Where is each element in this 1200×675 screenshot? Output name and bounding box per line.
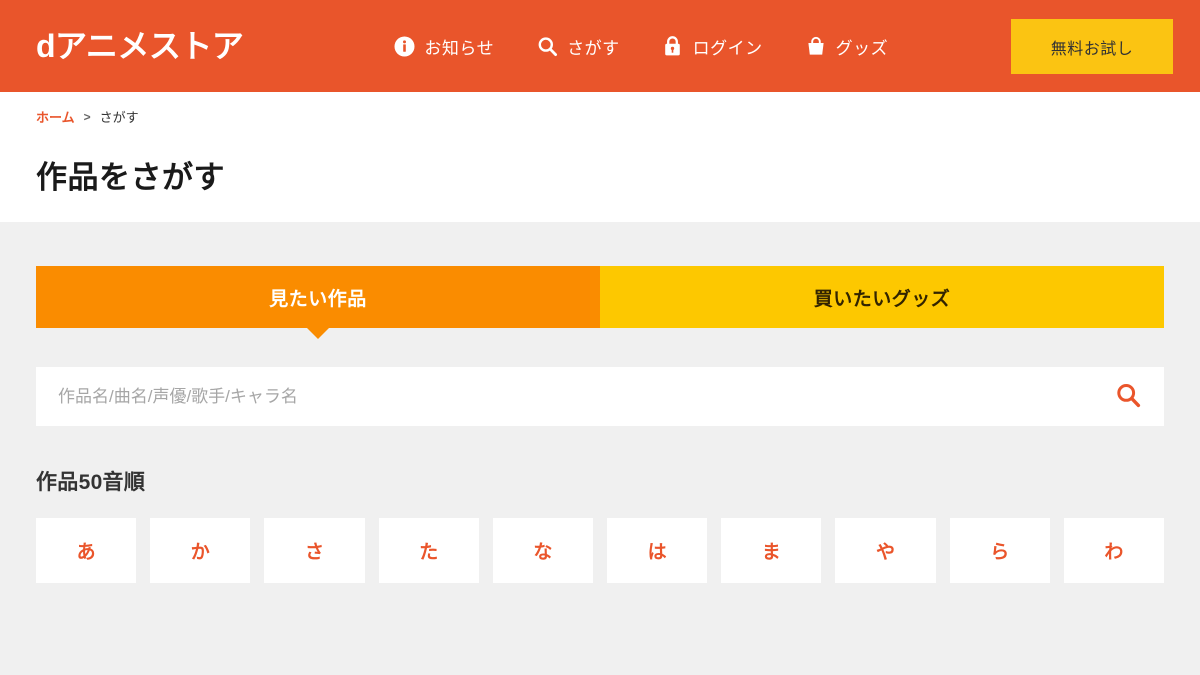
tab-buy-goods-label: 買いたいグッズ — [813, 288, 951, 310]
page-header-band: ホーム > さがす 作品をさがす — [0, 92, 1200, 222]
info-icon — [393, 35, 415, 57]
nav-item-goods-label: グッズ — [835, 38, 889, 58]
site-header: dアニメストア お知らせ さがす ログイン グッズ 無料お試し — [0, 0, 1200, 92]
kana-button-ya[interactable]: や — [835, 518, 936, 583]
search-type-tabs: 見たい作品 買いたいグッズ — [36, 266, 1164, 328]
kana-button-na[interactable]: な — [492, 518, 593, 583]
kana-section-title: 作品50音順 — [36, 471, 146, 494]
kana-button-a[interactable]: あ — [36, 518, 137, 583]
search-bar — [36, 367, 1164, 426]
shopping-bag-icon — [805, 35, 827, 57]
nav-item-goods[interactable]: グッズ — [805, 34, 889, 59]
tab-buy-goods[interactable]: 買いたいグッズ — [600, 266, 1164, 328]
breadcrumb-item-home[interactable]: ホーム — [36, 107, 75, 126]
kana-index-grid: あ か さ た な は ま や ら わ — [36, 518, 1164, 583]
kana-button-ha[interactable]: は — [606, 518, 708, 583]
kana-button-ka[interactable]: か — [150, 518, 251, 583]
search-icon — [1115, 382, 1142, 412]
kana-button-ta[interactable]: た — [378, 518, 479, 583]
nav-item-oshirase[interactable]: お知らせ — [393, 34, 494, 59]
header-nav: お知らせ さがす ログイン グッズ — [393, 34, 888, 59]
kana-button-ma[interactable]: ま — [721, 518, 822, 583]
lock-icon — [662, 35, 684, 57]
nav-item-sagasu-label: さがす — [567, 38, 620, 58]
tab-watch-titles-label: 見たい作品 — [269, 288, 367, 310]
nav-item-login[interactable]: ログイン — [662, 34, 763, 59]
breadcrumb: ホーム > さがす — [0, 92, 1200, 126]
nav-item-login-label: ログイン — [692, 38, 763, 58]
tab-watch-titles[interactable]: 見たい作品 — [36, 266, 600, 328]
logo-text: dアニメストア — [36, 28, 244, 64]
breadcrumb-separator: > — [83, 109, 91, 124]
breadcrumb-item-current: さがす — [99, 110, 139, 125]
page-title: 作品をさがす — [36, 160, 225, 195]
nav-item-oshirase-label: お知らせ — [424, 38, 495, 58]
main-content: 見たい作品 買いたいグッズ 作品50音順 あ か さ た な は ま や ら わ — [0, 266, 1200, 583]
search-input[interactable] — [36, 367, 1164, 426]
search-icon — [536, 35, 558, 57]
nav-item-sagasu[interactable]: さがす — [536, 34, 620, 59]
free-trial-button[interactable]: 無料お試し — [1011, 19, 1173, 74]
d-anime-store-logo[interactable]: dアニメストア — [36, 0, 244, 92]
kana-button-ra[interactable]: ら — [949, 518, 1050, 583]
kana-button-wa[interactable]: わ — [1063, 518, 1164, 583]
kana-button-sa[interactable]: さ — [264, 518, 365, 583]
search-submit-button[interactable] — [1111, 378, 1146, 416]
